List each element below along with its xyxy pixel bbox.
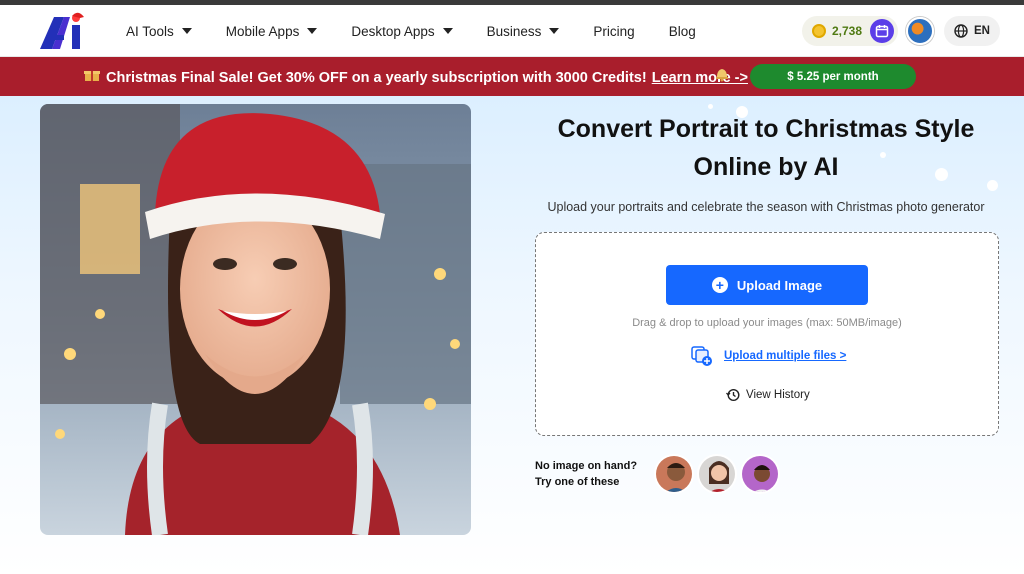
history-icon	[726, 388, 740, 402]
credits-pill[interactable]: 2,738	[801, 16, 899, 46]
credits-count: 2,738	[831, 24, 863, 38]
page-subtitle: Upload your portraits and celebrate the …	[547, 200, 985, 214]
sample-images-prompt: No image on hand? Try one of these	[535, 458, 637, 490]
upload-multiple-files-label: Upload multiple files >	[724, 350, 847, 362]
nav-pricing-label: Pricing	[593, 23, 635, 39]
nav-business[interactable]: Business	[487, 24, 560, 39]
view-history-label: View History	[746, 389, 810, 401]
promo-message: Christmas Final Sale! Get 30% OFF on a y…	[106, 70, 647, 86]
site-logo[interactable]	[38, 11, 90, 51]
chevron-down-icon	[181, 28, 192, 34]
chevron-down-icon	[549, 28, 560, 34]
nav-mobile-apps-label: Mobile Apps	[225, 23, 300, 39]
promo-price-button[interactable]: $ 5.25 per month	[750, 64, 916, 89]
language-label: EN	[974, 25, 990, 37]
top-navbar: AI Tools Mobile Apps Desktop Apps Busine…	[0, 5, 1024, 57]
bell-icon	[714, 66, 730, 87]
sample-image-1[interactable]	[654, 454, 694, 494]
promo-banner: Christmas Final Sale! Get 30% OFF on a y…	[0, 57, 1024, 96]
sample-prompt-line-2: Try one of these	[535, 476, 620, 488]
language-selector[interactable]: EN	[944, 16, 1000, 46]
nav-mobile-apps[interactable]: Mobile Apps	[226, 24, 318, 39]
chevron-down-icon	[307, 28, 318, 34]
calendar-icon[interactable]	[870, 19, 895, 43]
multiple-files-icon	[691, 346, 712, 366]
hero-portrait-image	[40, 104, 471, 535]
page-title-line-2: Online by AI	[693, 153, 839, 181]
globe-icon	[954, 24, 968, 38]
upload-image-button[interactable]: + Upload Image	[666, 265, 868, 305]
user-avatar[interactable]	[906, 17, 935, 45]
nav-right-controls: 2,738 EN	[801, 16, 1000, 46]
chevron-down-icon	[442, 28, 453, 34]
snowflake	[708, 104, 713, 109]
nav-business-label: Business	[486, 23, 542, 39]
coin-icon	[811, 24, 826, 38]
main-menu: AI Tools Mobile Apps Desktop Apps Busine…	[126, 5, 730, 57]
nav-ai-tools[interactable]: AI Tools	[126, 24, 192, 39]
page-title: Convert Portrait to Christmas Style Onli…	[516, 110, 1016, 186]
view-history-link[interactable]: View History	[726, 388, 810, 402]
nav-ai-tools-label: AI Tools	[126, 23, 174, 39]
upload-image-label: Upload Image	[736, 277, 823, 293]
promo-text: Christmas Final Sale! Get 30% OFF on a y…	[84, 68, 748, 86]
page-title-line-1: Convert Portrait to Christmas Style	[557, 115, 975, 143]
nav-desktop-apps[interactable]: Desktop Apps	[351, 23, 453, 39]
nav-desktop-apps-label: Desktop Apps	[351, 23, 435, 39]
sample-prompt-line-1: No image on hand?	[535, 460, 638, 472]
drag-drop-hint: Drag & drop to upload your images (max: …	[632, 317, 902, 329]
upload-dropzone[interactable]: + Upload Image Drag & drop to upload you…	[535, 232, 999, 436]
plus-circle-icon: +	[711, 277, 728, 293]
gift-icon	[84, 68, 100, 86]
sample-image-2[interactable]	[697, 454, 737, 494]
sample-images	[654, 454, 783, 494]
upload-multiple-files-link[interactable]: Upload multiple files >	[690, 345, 846, 367]
nav-pricing[interactable]: Pricing	[593, 24, 634, 39]
nav-blog[interactable]: Blog	[669, 24, 696, 39]
nav-blog-label: Blog	[668, 23, 696, 39]
promo-learn-more-link[interactable]: Learn more ->	[652, 70, 748, 86]
sample-image-3[interactable]	[740, 454, 780, 494]
